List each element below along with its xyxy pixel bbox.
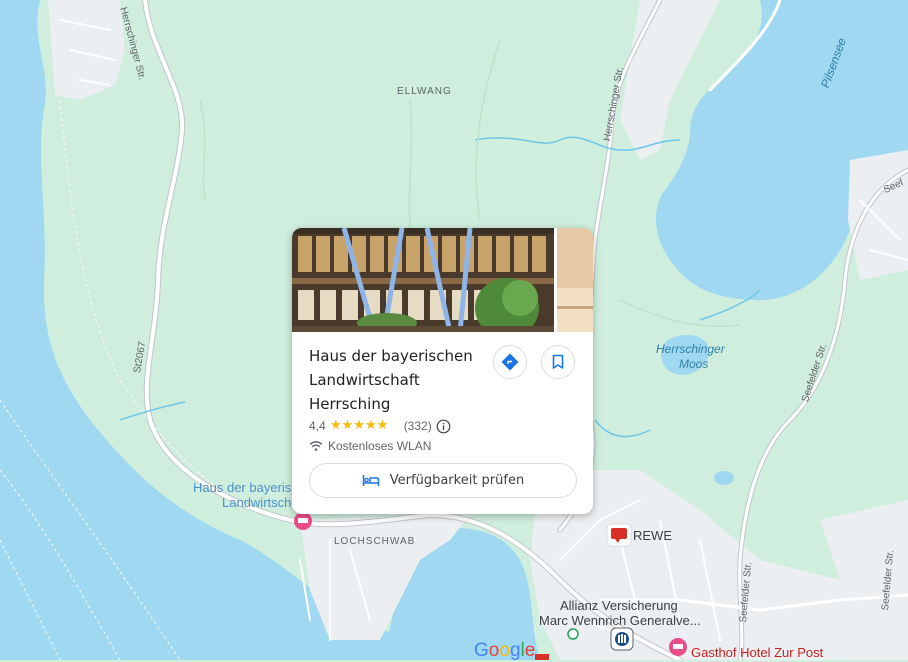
transit-marker[interactable] <box>567 628 579 640</box>
amenity-row: Kostenloses WLAN <box>309 439 431 453</box>
urban-right-edge <box>848 150 908 280</box>
review-count[interactable]: (332) <box>404 419 432 433</box>
place-label-ellwang: ELLWANG <box>397 86 452 97</box>
directions-icon <box>501 353 519 371</box>
water-label-moos-2: Moos <box>679 357 709 371</box>
poi-label-allianz-2[interactable]: Marc Wennrich Generalve... <box>539 613 701 628</box>
red-marker-bottom <box>535 654 549 660</box>
directions-button[interactable] <box>493 345 527 379</box>
info-icon[interactable] <box>436 419 451 434</box>
place-title-line-3: Herrsching <box>309 395 391 413</box>
rating-value: 4,4 <box>309 419 326 433</box>
place-info-card[interactable]: Haus der bayerischen Landwirtschaft Herr… <box>292 228 593 514</box>
hotel-map-marker[interactable] <box>294 512 312 530</box>
bookmark-icon <box>552 354 564 369</box>
wifi-icon <box>309 441 323 451</box>
place-photo-strip[interactable] <box>292 228 593 332</box>
rating-stars: ★★★★★ ★★★★★ <box>330 418 400 434</box>
pond <box>714 471 734 485</box>
urban-top-left <box>48 0 125 100</box>
rewe-marker[interactable] <box>606 523 632 547</box>
place-title-line-2: Landwirtschaft <box>309 371 420 389</box>
rating-row: 4,4 ★★★★★ ★★★★★ (332) <box>309 418 451 434</box>
poi-label-hotel-1[interactable]: Haus der bayeris <box>193 480 291 495</box>
amenity-wifi-label: Kostenloses WLAN <box>328 439 432 453</box>
place-title[interactable]: Haus der bayerischen Landwirtschaft Herr… <box>309 344 499 416</box>
place-label-lochschwab: LOCHSCHWAB <box>334 536 416 547</box>
pond-small <box>262 590 274 606</box>
poi-label-allianz-1[interactable]: Allianz Versicherung <box>560 598 678 613</box>
allianz-marker[interactable] <box>610 627 634 651</box>
poi-label-gasthof[interactable]: Gasthof Hotel Zur Post <box>691 645 823 660</box>
poi-label-hotel-2[interactable]: Landwirtsch <box>222 495 291 510</box>
poi-label-rewe[interactable]: REWE <box>633 528 672 543</box>
check-availability-button[interactable]: Verfügbarkeit prüfen <box>309 463 577 498</box>
bed-icon <box>362 475 380 486</box>
water-label-moos-1: Herrschinger <box>656 342 725 356</box>
google-logo: Google <box>474 640 536 661</box>
save-button[interactable] <box>541 345 575 379</box>
place-title-line-1: Haus der bayerischen <box>309 347 473 365</box>
gasthof-marker[interactable] <box>669 638 687 656</box>
svg-text:★★★★★: ★★★★★ <box>330 418 388 431</box>
check-availability-label: Verfügbarkeit prüfen <box>389 473 525 488</box>
